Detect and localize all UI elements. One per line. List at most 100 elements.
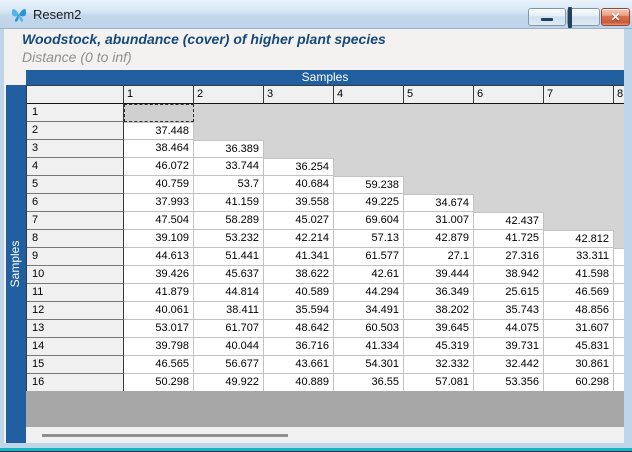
matrix-cell[interactable]: 38.411 (194, 302, 264, 320)
matrix-cell[interactable]: 37.448 (124, 122, 194, 140)
matrix-cell[interactable]: 36.349 (404, 284, 474, 302)
matrix-cell[interactable]: 46.569 (544, 284, 614, 302)
matrix-cell[interactable]: 41.334 (334, 338, 404, 356)
matrix-cell[interactable] (334, 158, 404, 176)
matrix-cell[interactable]: 31.007 (404, 212, 474, 230)
matrix-cell[interactable] (544, 104, 614, 122)
matrix-cell[interactable]: 40.061 (124, 302, 194, 320)
matrix-cell[interactable]: 43.661 (264, 356, 334, 374)
matrix-cell[interactable]: 45.319 (404, 338, 474, 356)
matrix-cell[interactable]: 27.1 (404, 248, 474, 266)
matrix-cell[interactable]: 41.598 (544, 266, 614, 284)
corner-cell[interactable] (27, 86, 124, 104)
row-header[interactable]: 2 (27, 122, 124, 140)
matrix-cell[interactable] (614, 140, 624, 158)
matrix-cell[interactable]: 47.504 (124, 212, 194, 230)
matrix-cell[interactable]: 38.464 (124, 140, 194, 158)
matrix-cell[interactable]: 40.684 (264, 176, 334, 194)
matrix-cell[interactable] (404, 158, 474, 176)
row-header[interactable]: 3 (27, 140, 124, 158)
matrix-cell[interactable]: 40.044 (194, 338, 264, 356)
matrix-cell[interactable]: 42.437 (474, 212, 544, 230)
matrix-cell[interactable]: 57.13 (334, 230, 404, 248)
matrix-cell[interactable]: 42.214 (264, 230, 334, 248)
butterfly-icon[interactable] (10, 6, 28, 24)
matrix-cell[interactable]: 53.7 (194, 176, 264, 194)
matrix-cell[interactable]: 44.075 (474, 320, 544, 338)
matrix-cell[interactable] (614, 176, 624, 194)
matrix-cell[interactable]: 44.613 (124, 248, 194, 266)
matrix-cell[interactable] (614, 248, 624, 266)
column-header[interactable]: 3 (264, 86, 334, 104)
matrix-cell[interactable]: 38.942 (474, 266, 544, 284)
matrix-cell[interactable]: 60.503 (334, 320, 404, 338)
matrix-cell[interactable] (614, 356, 624, 374)
matrix-cell[interactable]: 33.744 (194, 158, 264, 176)
row-header[interactable]: 12 (27, 302, 124, 320)
matrix-cell[interactable] (474, 140, 544, 158)
matrix-cell[interactable] (334, 122, 404, 140)
matrix-cell[interactable]: 56.677 (194, 356, 264, 374)
matrix-cell[interactable] (544, 176, 614, 194)
matrix-cell[interactable] (194, 122, 264, 140)
matrix-cell[interactable]: 44.814 (194, 284, 264, 302)
matrix-cell[interactable] (614, 284, 624, 302)
column-header[interactable]: 1 (124, 86, 194, 104)
maximize-button[interactable] (567, 8, 600, 26)
matrix-cell[interactable]: 45.027 (264, 212, 334, 230)
matrix-cell[interactable]: 51.441 (194, 248, 264, 266)
row-header[interactable]: 14 (27, 338, 124, 356)
matrix-cell[interactable]: 39.558 (264, 194, 334, 212)
matrix-cell[interactable]: 58.289 (194, 212, 264, 230)
matrix-cell[interactable]: 48.642 (264, 320, 334, 338)
matrix-cell[interactable]: 40.759 (124, 176, 194, 194)
matrix-cell[interactable]: 36.55 (334, 374, 404, 391)
title-bar[interactable]: Resem2 ✕ (0, 0, 632, 29)
column-header[interactable]: 8 (614, 86, 624, 104)
matrix-cell[interactable]: 34.491 (334, 302, 404, 320)
matrix-cell[interactable]: 49.225 (334, 194, 404, 212)
matrix-cell[interactable] (614, 374, 624, 391)
matrix-cell[interactable] (474, 104, 544, 122)
close-button[interactable]: ✕ (601, 8, 630, 26)
matrix-cell[interactable] (334, 140, 404, 158)
matrix-cell[interactable]: 40.889 (264, 374, 334, 391)
matrix-cell[interactable] (264, 122, 334, 140)
column-header[interactable]: 6 (474, 86, 544, 104)
matrix-cell[interactable]: 39.798 (124, 338, 194, 356)
column-header[interactable]: 7 (544, 86, 614, 104)
matrix-cell[interactable]: 33.311 (544, 248, 614, 266)
matrix-cell[interactable] (614, 338, 624, 356)
matrix-cell[interactable] (124, 104, 194, 122)
matrix-cell[interactable] (474, 176, 544, 194)
matrix-cell[interactable]: 36.389 (194, 140, 264, 158)
matrix-cell[interactable]: 35.594 (264, 302, 334, 320)
matrix-cell[interactable] (404, 122, 474, 140)
matrix-cell[interactable]: 34.674 (404, 194, 474, 212)
matrix-cell[interactable] (614, 212, 624, 230)
matrix-cell[interactable]: 60.298 (544, 374, 614, 391)
matrix-cell[interactable] (614, 104, 624, 122)
matrix-cell[interactable] (544, 140, 614, 158)
row-header[interactable]: 10 (27, 266, 124, 284)
column-header[interactable]: 4 (334, 86, 404, 104)
matrix-cell[interactable] (404, 140, 474, 158)
matrix-cell[interactable]: 25.615 (474, 284, 544, 302)
matrix-cell[interactable]: 61.707 (194, 320, 264, 338)
matrix-cell[interactable] (404, 104, 474, 122)
matrix-cell[interactable]: 45.637 (194, 266, 264, 284)
matrix-cell[interactable]: 45.831 (544, 338, 614, 356)
row-header[interactable]: 11 (27, 284, 124, 302)
minimize-button[interactable] (528, 8, 566, 26)
row-header[interactable]: 13 (27, 320, 124, 338)
row-header[interactable]: 16 (27, 374, 124, 391)
matrix-cell[interactable]: 57.081 (404, 374, 474, 391)
matrix-cell[interactable]: 32.332 (404, 356, 474, 374)
matrix-cell[interactable] (544, 212, 614, 230)
matrix-cell[interactable]: 46.072 (124, 158, 194, 176)
matrix-cell[interactable]: 41.879 (124, 284, 194, 302)
matrix-cell[interactable]: 46.565 (124, 356, 194, 374)
matrix-cell[interactable] (474, 194, 544, 212)
matrix-cell[interactable]: 38.622 (264, 266, 334, 284)
matrix-cell[interactable]: 39.426 (124, 266, 194, 284)
